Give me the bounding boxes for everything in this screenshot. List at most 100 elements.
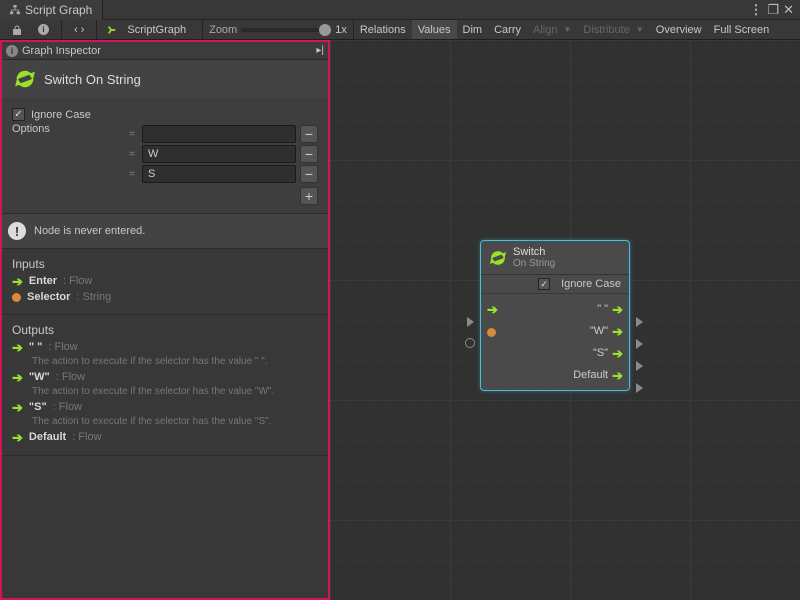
titlebar: Script Graph ⋮ ❐ ✕ [0, 0, 800, 20]
option-input[interactable] [142, 165, 296, 183]
flow-arrow-icon: ➔ [12, 431, 23, 444]
flow-arrow-icon: ➔ [12, 341, 23, 354]
code-icon: ‹ › [74, 24, 84, 36]
input-name: Enter [29, 275, 57, 287]
flow-connector-icon[interactable] [636, 317, 643, 327]
inspector-title: Graph Inspector [22, 45, 101, 57]
flow-out-port-icon[interactable]: ➔ [612, 347, 623, 360]
info-button[interactable]: i [32, 24, 55, 35]
zoom-label: Zoom [209, 24, 237, 36]
flow-connector-icon[interactable] [636, 339, 643, 349]
output-desc: The action to execute if the selector ha… [32, 416, 318, 427]
switch-node[interactable]: Switch On String ✓ Ignore Case ➔ " "➔ " [480, 240, 630, 391]
input-type: : Flow [63, 275, 92, 287]
flow-in-port-icon[interactable]: ➔ [487, 303, 498, 316]
flow-out-port-icon[interactable]: ➔ [612, 325, 623, 338]
option-row: = − [126, 145, 318, 163]
graph-icon [107, 25, 117, 35]
flow-out-port-icon[interactable]: ➔ [612, 369, 623, 382]
zoom-value: 1x [335, 24, 347, 36]
output-name: "W" [29, 371, 50, 383]
remove-option-button[interactable]: − [300, 165, 318, 183]
node-ignore-case-row: ✓ Ignore Case [481, 275, 629, 294]
output-type: : Flow [48, 341, 77, 353]
properties-section: ✓ Ignore Case Options = − = [2, 98, 328, 214]
window-menu-icon[interactable]: ⋮ [749, 2, 763, 18]
node-title-text: Switch On String [44, 72, 141, 87]
option-row: = − [126, 125, 318, 143]
window-title: Script Graph [25, 3, 92, 17]
node-title: Switch [513, 246, 555, 258]
output-desc: The action to execute if the selector ha… [32, 386, 318, 397]
toolbar: i ‹ › ScriptGraph Zoom 1x Relations Valu… [0, 20, 800, 40]
node-output-label: "S" [593, 347, 608, 359]
graph-inspector-panel: i Graph Inspector ▸| Switch On String ✓ … [0, 40, 330, 600]
drag-handle-icon[interactable]: = [126, 149, 138, 160]
remove-option-button[interactable]: − [300, 125, 318, 143]
graph-canvas[interactable]: Switch On String ✓ Ignore Case ➔ " "➔ " [330, 40, 800, 600]
collapse-icon[interactable]: ▸| [316, 45, 324, 56]
switch-icon [489, 249, 507, 267]
drag-handle-icon[interactable]: = [126, 169, 138, 180]
carry-button[interactable]: Carry [488, 20, 527, 39]
node-ignore-case-checkbox[interactable]: ✓ [538, 278, 550, 290]
window-close-icon[interactable]: ✕ [783, 2, 794, 18]
add-option-button[interactable]: + [300, 187, 318, 205]
flow-arrow-icon: ➔ [12, 371, 23, 384]
distribute-button[interactable]: Distribute▼ [577, 20, 649, 39]
graph-tree-icon [10, 5, 20, 15]
flow-connector-icon[interactable] [467, 317, 474, 327]
switch-icon [14, 68, 36, 90]
warning-section: ! Node is never entered. [2, 214, 328, 249]
window-tab[interactable]: Script Graph [0, 0, 103, 20]
dim-button[interactable]: Dim [457, 20, 489, 39]
output-name: " " [29, 341, 43, 353]
info-icon: i [6, 45, 18, 57]
zoom-thumb[interactable] [319, 24, 331, 36]
output-name: Default [29, 431, 66, 443]
chevron-down-icon: ▼ [636, 25, 644, 34]
node-ignore-case-label: Ignore Case [561, 278, 621, 290]
inspector-header[interactable]: i Graph Inspector ▸| [2, 42, 328, 60]
flow-arrow-icon: ➔ [12, 401, 23, 414]
fullscreen-button[interactable]: Full Screen [708, 20, 776, 39]
node-output-label: " " [597, 303, 608, 315]
value-in-port-icon[interactable] [487, 328, 496, 337]
flow-arrow-icon: ➔ [12, 275, 23, 288]
lock-icon [12, 25, 22, 35]
flow-connector-icon[interactable] [636, 361, 643, 371]
graph-tab-button[interactable]: ScriptGraph [121, 24, 192, 36]
option-input[interactable] [142, 125, 296, 143]
inputs-title: Inputs [12, 257, 318, 271]
flow-connector-icon[interactable] [636, 383, 643, 393]
align-button[interactable]: Align▼ [527, 20, 577, 39]
option-input[interactable] [142, 145, 296, 163]
options-list: = − = − = − [126, 123, 318, 205]
zoom-slider[interactable] [241, 28, 331, 32]
output-desc: The action to execute if the selector ha… [32, 356, 318, 367]
node-output-label: Default [573, 369, 608, 381]
warning-icon: ! [8, 222, 26, 240]
node-header[interactable]: Switch On String [481, 241, 629, 275]
node-output-label: "W" [590, 325, 608, 337]
input-name: Selector [27, 291, 70, 303]
option-row: = − [126, 165, 318, 183]
ignore-case-checkbox[interactable]: ✓ [12, 108, 25, 121]
inputs-section: Inputs ➔ Enter : Flow Selector : String [2, 249, 328, 315]
relations-button[interactable]: Relations [354, 20, 412, 39]
value-connector-icon[interactable] [465, 338, 475, 348]
overview-button[interactable]: Overview [650, 20, 708, 39]
output-type: : Flow [56, 371, 85, 383]
flow-out-port-icon[interactable]: ➔ [612, 303, 623, 316]
drag-handle-icon[interactable]: = [126, 129, 138, 140]
info-icon: i [38, 24, 49, 35]
window-restore-icon[interactable]: ❐ [767, 2, 779, 18]
code-button[interactable]: ‹ › [68, 24, 90, 36]
ignore-case-label: Ignore Case [31, 109, 91, 121]
outputs-title: Outputs [12, 323, 318, 337]
values-button[interactable]: Values [412, 20, 457, 39]
lock-button[interactable] [6, 25, 28, 35]
remove-option-button[interactable]: − [300, 145, 318, 163]
input-type: : String [76, 291, 111, 303]
output-type: : Flow [72, 431, 101, 443]
